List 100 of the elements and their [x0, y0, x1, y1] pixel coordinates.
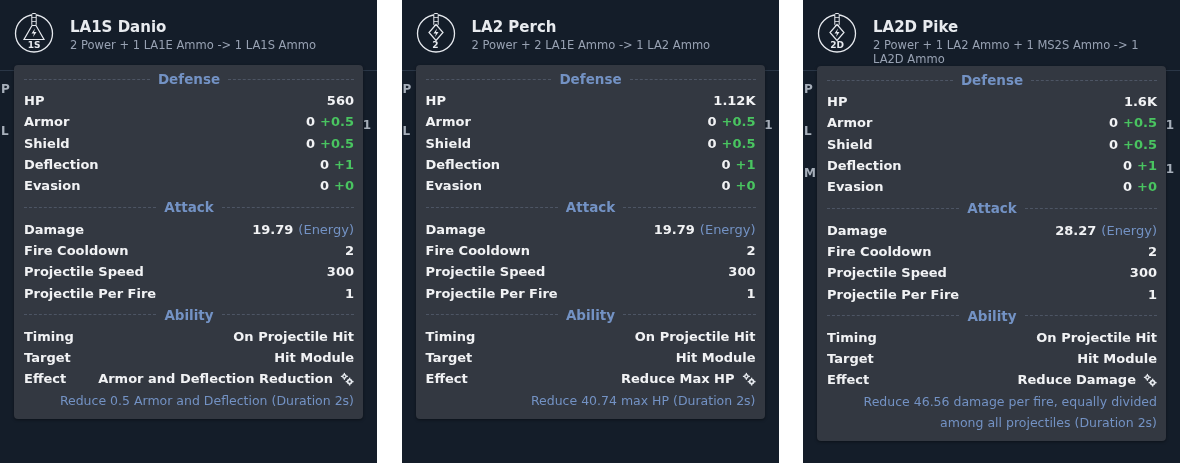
item-title: LA1S Danio: [70, 18, 168, 36]
stat-value: 0: [1109, 136, 1119, 152]
stat-label: Effect: [425, 371, 468, 387]
stat-value: 1: [1147, 286, 1157, 302]
stat-bonus: +0.5: [320, 135, 354, 151]
damage-type: (Energy): [1101, 222, 1157, 238]
stat-label: Damage: [24, 221, 84, 237]
stat-label: Evasion: [24, 178, 81, 194]
stat-value: 0: [1109, 115, 1119, 131]
icon-label: 2: [431, 40, 440, 50]
stat-label: Effect: [24, 371, 67, 387]
stat-value: 0: [306, 114, 316, 130]
recipe-text: 2 Power + 1 LA1E Ammo -> 1 LA1S Ammo: [70, 38, 316, 52]
stat-label: Deflection: [827, 158, 902, 174]
section-heading: Ability: [164, 306, 214, 323]
stat-bonus: +0: [735, 178, 756, 194]
stat-value: Reduce Max HP: [621, 371, 735, 387]
stat-label: Projectile Per Fire: [827, 286, 960, 302]
stat-value: 560: [326, 93, 354, 109]
stat-value: Reduce Damage: [1017, 372, 1136, 388]
stat-value: 0: [721, 157, 731, 173]
section-heading: Attack: [565, 199, 616, 216]
stat-value: 0: [306, 135, 316, 151]
gears-icon: [340, 371, 354, 386]
ammo-icon: [14, 12, 54, 53]
background-text: P: [1, 81, 10, 98]
stat-label: Projectile Speed: [24, 264, 144, 280]
ammo-icon: [817, 12, 857, 53]
stat-bonus: +1: [1137, 158, 1157, 174]
stat-value: 0: [1123, 179, 1133, 195]
icon-label: 1S: [26, 40, 42, 50]
stat-value: 300: [326, 264, 354, 280]
background-text: 1: [362, 117, 371, 134]
stat-bonus: +0.5: [320, 114, 354, 130]
stat-label: Armor: [827, 115, 873, 131]
section-heading: Defense: [157, 71, 221, 87]
effect-description: Reduce 46.56 damage per fire, equally divided among all projectiles (Duration 2s): [862, 392, 1157, 432]
background-text: 1: [1165, 161, 1174, 178]
recipe-text: 2 Power + 2 LA1E Ammo -> 1 LA2 Ammo: [471, 38, 711, 52]
stat-value: 2: [344, 242, 354, 258]
stat-value: 0: [320, 157, 330, 173]
background-text: M: [804, 165, 816, 182]
icon-label: 2D: [829, 40, 845, 50]
stat-label: Projectile Speed: [827, 265, 947, 281]
background-text: 1: [764, 117, 773, 134]
stat-label: Effect: [827, 372, 870, 388]
gears-icon: [1143, 372, 1157, 387]
stat-value: Hit Module: [274, 350, 354, 366]
item-title: LA2 Perch: [471, 18, 558, 36]
stat-label: Damage: [425, 221, 486, 237]
stat-label: Projectile Per Fire: [24, 285, 157, 301]
stat-value: 1: [746, 285, 756, 301]
stat-label: Target: [24, 350, 71, 366]
effect-description: Reduce 0.5 Armor and Deflection (Duration 2s): [58, 391, 354, 410]
stat-label: Timing: [425, 328, 476, 344]
stat-bonus: +0.5: [721, 135, 756, 151]
section-heading: Ability: [565, 306, 616, 323]
gears-icon: [741, 371, 756, 386]
stat-label: Evasion: [827, 179, 884, 195]
item-title: LA2D Pike: [873, 18, 960, 36]
stat-value: 300: [1129, 265, 1157, 281]
stat-label: Evasion: [425, 178, 482, 194]
stat-label: HP: [24, 93, 45, 109]
background-text: P: [402, 81, 412, 98]
stat-value: 0: [721, 178, 731, 194]
stat-value: Hit Module: [675, 350, 756, 366]
stat-value: Hit Module: [1077, 351, 1157, 367]
stat-value: 2: [1147, 243, 1157, 259]
section-heading: Ability: [967, 307, 1017, 324]
stat-label: Shield: [827, 136, 873, 152]
stat-value: 0: [707, 135, 717, 151]
stat-label: Armor: [24, 114, 70, 130]
background-text: L: [804, 123, 813, 140]
stat-value: On Projectile Hit: [634, 328, 756, 344]
background-text: P: [804, 81, 814, 98]
stat-label: HP: [827, 94, 848, 110]
section-heading: Attack: [164, 199, 214, 216]
stat-label: Timing: [24, 328, 74, 344]
stat-label: Target: [425, 350, 473, 366]
stat-value: 0: [320, 178, 330, 194]
recipe-text: 2 Power + 1 LA2 Ammo + 1 MS2S Ammo -> 1 LA2D Ammo: [873, 38, 1140, 66]
stat-value: Armor and Deflection Reduction: [98, 371, 333, 387]
stat-value: 300: [728, 264, 756, 280]
stat-label: Damage: [827, 222, 887, 238]
stat-value: On Projectile Hit: [233, 328, 354, 344]
stat-bonus: +1: [735, 157, 756, 173]
stat-value: 0: [1123, 158, 1133, 174]
stat-label: Deflection: [425, 157, 501, 173]
stat-label: Target: [827, 351, 874, 367]
stat-value: 1: [344, 285, 354, 301]
stat-label: Timing: [827, 329, 877, 345]
section-heading: Defense: [960, 72, 1024, 88]
stat-bonus: +0: [334, 178, 354, 194]
background-text: L: [402, 123, 412, 140]
stat-value: 1.12K: [713, 93, 756, 109]
stat-label: HP: [425, 93, 446, 109]
stat-bonus: +0.5: [1123, 136, 1157, 152]
background-text: L: [1, 123, 10, 140]
stat-label: Armor: [425, 114, 471, 130]
effect-description: Reduce 40.74 max HP (Duration 2s): [529, 391, 756, 410]
